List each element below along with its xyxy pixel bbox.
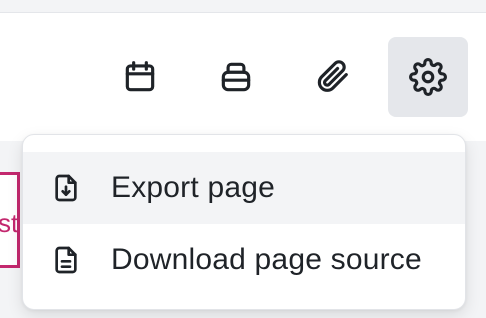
menu-item-download-page-source[interactable]: Download page source (23, 224, 465, 296)
menu-item-label: Download page source (111, 243, 422, 276)
settings-dropdown-menu: Export page Download page source (22, 134, 466, 310)
menu-item-label: Export page (111, 171, 275, 204)
menu-item-export-page[interactable]: Export page (23, 152, 465, 224)
page: st Export page Download page source (0, 0, 486, 318)
page-header-toolbar (0, 12, 486, 141)
gear-icon (409, 58, 447, 96)
calendar-button[interactable] (100, 37, 180, 117)
background-tab-label: st (0, 208, 19, 238)
file-download-icon (49, 171, 83, 205)
attach-button[interactable] (292, 37, 372, 117)
print-button[interactable] (196, 37, 276, 117)
paperclip-icon (317, 60, 348, 92)
print-icon (221, 62, 251, 92)
calendar-icon (125, 61, 155, 92)
settings-button[interactable] (388, 37, 468, 117)
file-text-icon (49, 243, 83, 277)
